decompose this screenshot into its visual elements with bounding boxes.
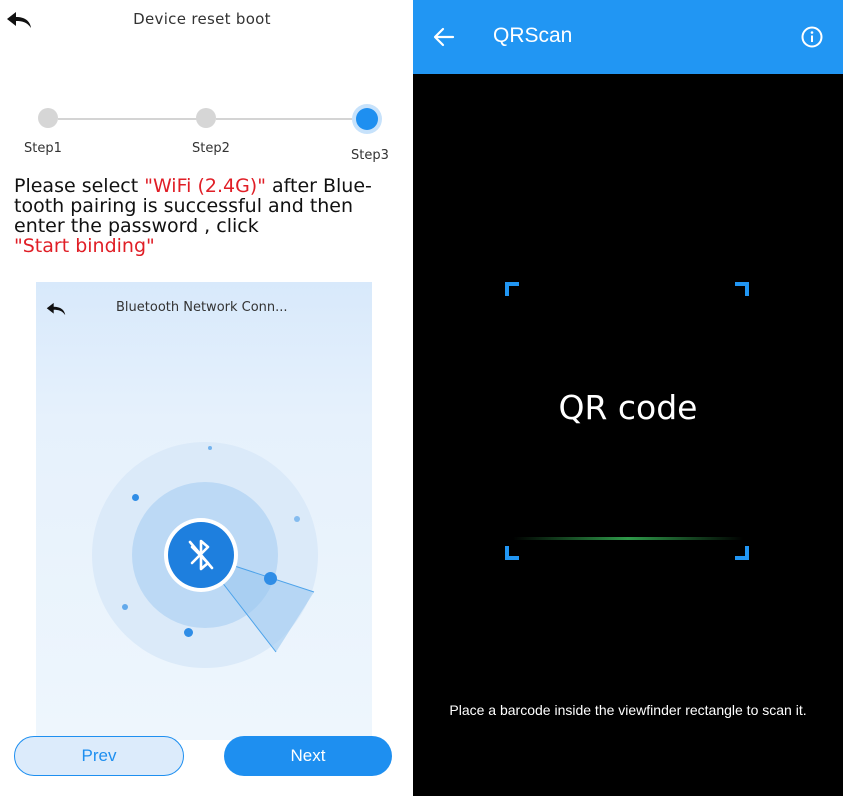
qr-scan-screen: QRScan QR code Place a barcode inside th… (413, 0, 843, 796)
radar-dot (132, 494, 139, 501)
radar-dot (264, 572, 277, 585)
step-2-dot (196, 108, 216, 128)
instruction-part-1: Please select (14, 175, 145, 197)
bluetooth-preview-image: Bluetooth Network Conn... (36, 282, 372, 740)
step-2-label: Step2 (192, 141, 230, 156)
radar-dot (184, 628, 193, 637)
viewfinder-corner-bl (505, 546, 519, 560)
step-1-dot (38, 108, 58, 128)
viewfinder-corner-tl (505, 282, 519, 296)
scan-line (513, 537, 743, 540)
toolbar-title: QRScan (493, 24, 573, 47)
step-connector (58, 118, 198, 120)
step-3-label: Step3 (351, 148, 389, 163)
back-arrow-icon[interactable] (433, 26, 455, 48)
bluetooth-off-icon (188, 539, 214, 571)
instruction-text: Please select "WiFi (2.4G)" after Blue-t… (14, 176, 399, 256)
wifi-highlight: "WiFi (2.4G)" (144, 175, 266, 197)
device-reset-screen: Device reset boot Step1 Step2 Step3 Plea… (0, 0, 404, 796)
radar-dot (294, 516, 300, 522)
info-icon[interactable] (801, 26, 823, 48)
step-3-dot (356, 108, 378, 130)
next-button[interactable]: Next (224, 736, 392, 776)
radar-dot (208, 446, 212, 450)
qr-code-label: QR code (558, 388, 698, 427)
toolbar: QRScan (413, 0, 843, 74)
viewfinder-corner-br (735, 546, 749, 560)
step-connector (216, 118, 356, 120)
prev-button[interactable]: Prev (14, 736, 184, 776)
radar-beam (200, 554, 315, 653)
bluetooth-button (168, 522, 234, 588)
radar-dot (122, 604, 128, 610)
viewfinder-corner-tr (735, 282, 749, 296)
start-binding-highlight: "Start binding" (14, 235, 155, 257)
page-title: Device reset boot (133, 10, 271, 28)
scan-hint: Place a barcode inside the viewfinder re… (449, 702, 807, 718)
step-1-label: Step1 (24, 141, 62, 156)
